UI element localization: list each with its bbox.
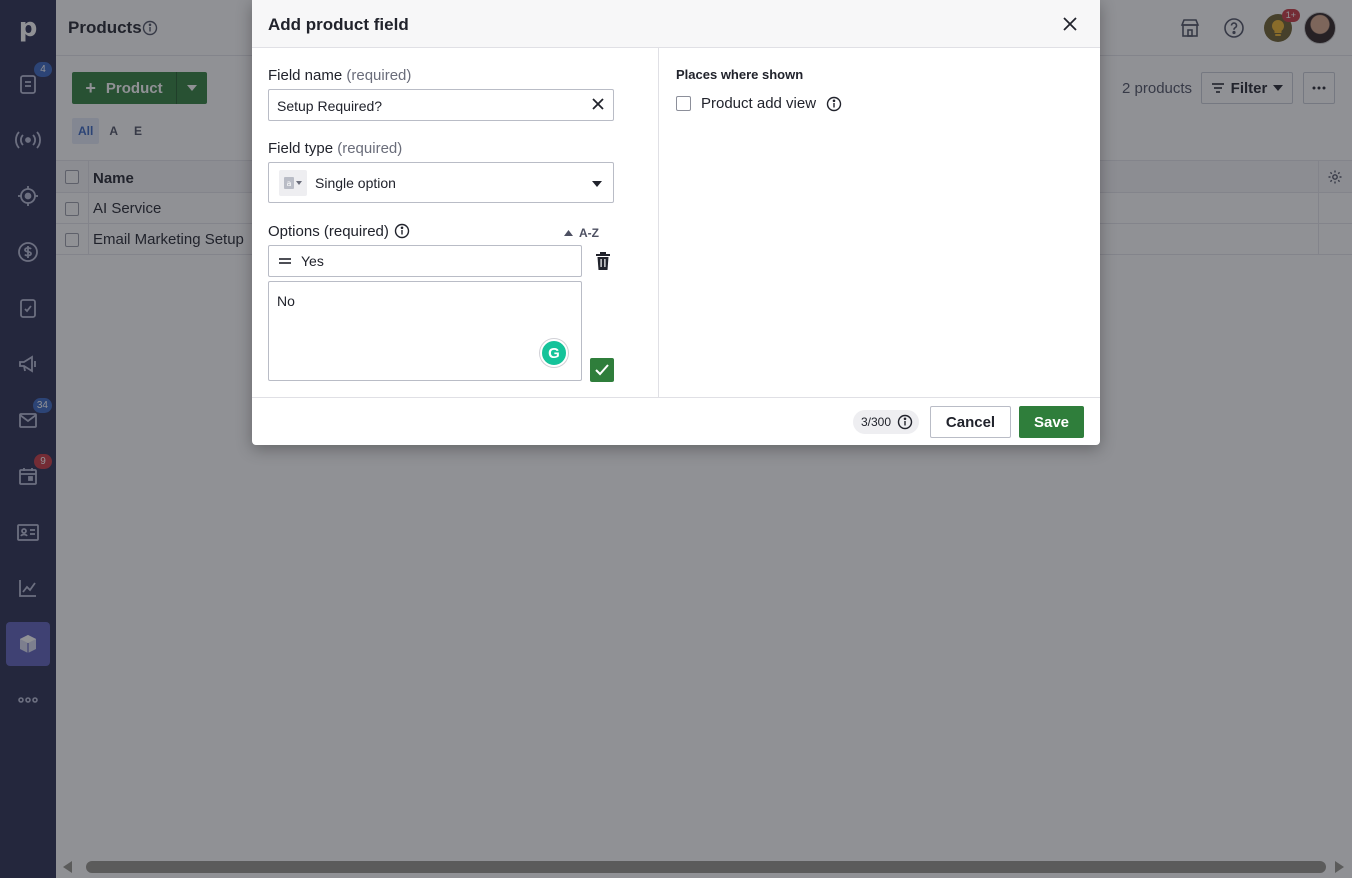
scroll-right-icon[interactable] (1335, 861, 1344, 873)
info-icon[interactable] (897, 414, 913, 430)
field-name-input[interactable]: Setup Required? (268, 89, 614, 121)
product-add-view-checkbox[interactable] (676, 96, 691, 111)
info-icon[interactable] (826, 96, 842, 112)
svg-text:a: a (287, 179, 292, 188)
info-icon[interactable] (394, 223, 410, 239)
checkmark-icon (595, 364, 609, 376)
scrollbar-thumb[interactable] (86, 861, 1326, 873)
field-type-label: Field type (required) (268, 140, 402, 157)
confirm-option-button[interactable] (590, 358, 614, 382)
close-dialog-button[interactable] (1060, 14, 1080, 34)
places-shown-title: Places where shown (676, 67, 804, 82)
caret-up-icon (564, 230, 573, 236)
field-count-badge: 3/300 (853, 410, 920, 434)
field-name-label-text: Field name (268, 67, 343, 84)
horizontal-scrollbar[interactable] (60, 858, 1352, 876)
dialog-header: Add product field (252, 0, 1100, 48)
product-add-view-label: Product add view (701, 95, 817, 112)
option-item[interactable]: Yes (268, 245, 582, 277)
drag-handle-icon[interactable] (277, 253, 293, 269)
scroll-left-icon[interactable] (63, 861, 72, 873)
field-name-label: Field name (required) (268, 67, 411, 84)
product-add-view-option[interactable]: Product add view (676, 95, 842, 112)
grammarly-icon[interactable]: G (540, 339, 568, 367)
close-icon (1063, 17, 1077, 31)
chevron-down-icon (592, 181, 602, 187)
dialog-title: Add product field (268, 15, 409, 34)
clear-icon[interactable] (590, 96, 606, 112)
required-hint: (required) (337, 140, 403, 157)
add-product-field-dialog: Add product field Field name (required) … (252, 0, 1100, 445)
visibility-pane: Places where shown Product add view (660, 48, 1100, 397)
option-value: Yes (301, 253, 324, 269)
trash-icon[interactable] (595, 252, 611, 270)
field-count: 3/300 (861, 415, 892, 429)
options-label: Options (required) (268, 223, 389, 240)
single-option-icon: a (279, 169, 307, 196)
sort-az-label: A-Z (579, 226, 599, 240)
required-hint: (required) (346, 67, 412, 84)
field-type-label-text: Field type (268, 140, 334, 157)
cancel-button[interactable]: Cancel (930, 406, 1011, 438)
field-settings-pane: Field name (required) Setup Required? Fi… (252, 48, 659, 397)
field-type-value: Single option (315, 174, 396, 191)
new-option-textarea[interactable]: No (268, 281, 582, 381)
field-type-select[interactable]: a Single option (268, 162, 614, 203)
save-button[interactable]: Save (1019, 406, 1084, 438)
dialog-footer: 3/300 Cancel Save (252, 397, 1100, 445)
sort-az-button[interactable]: A-Z (564, 226, 599, 240)
